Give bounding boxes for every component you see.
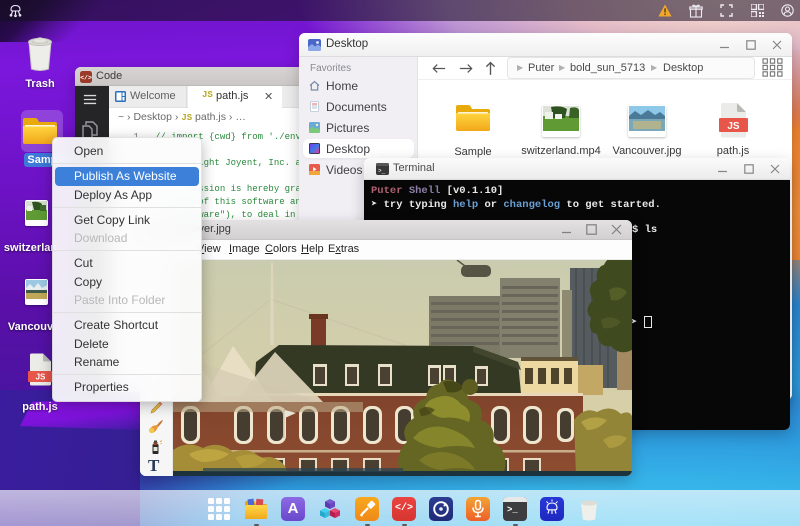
svg-text:JS: JS <box>727 121 740 132</box>
svg-text:</>: </> <box>80 75 92 82</box>
svg-text:>_: >_ <box>378 168 386 175</box>
svg-text:JS: JS <box>36 373 46 382</box>
